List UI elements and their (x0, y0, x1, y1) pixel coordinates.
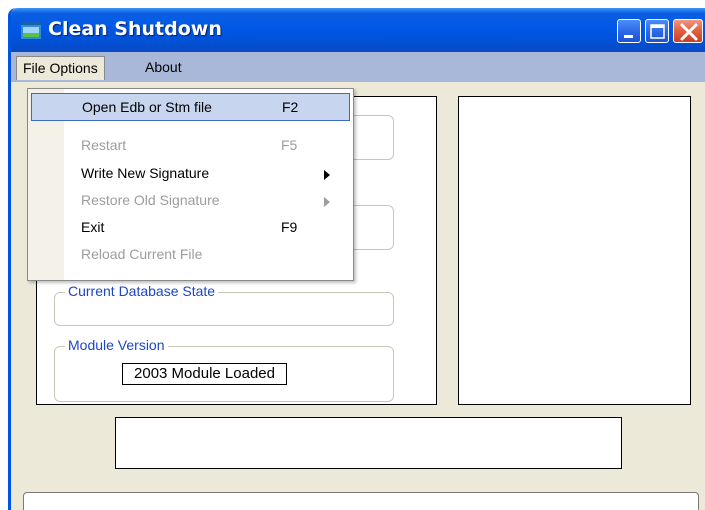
minimize-button[interactable] (617, 19, 641, 43)
module-version-value: 2003 Module Loaded (122, 363, 287, 385)
menu-item-label: Write New Signature (81, 165, 210, 181)
window-title: Clean Shutdown (48, 18, 222, 40)
close-button[interactable] (673, 19, 703, 43)
maximize-icon (650, 24, 665, 39)
menu-item-label: Open Edb or Stm file (82, 99, 212, 115)
title-bar[interactable]: Clean Shutdown (11, 8, 705, 52)
menu-bar: File Options About (11, 52, 705, 82)
menu-item-shortcut: F9 (281, 219, 298, 235)
module-version-group: Module Version 2003 Module Loaded (54, 337, 394, 402)
maximize-button[interactable] (645, 19, 669, 43)
menu-item-reload-current-file: Reload Current File (31, 241, 350, 269)
minimize-icon (624, 35, 633, 38)
menu-item-shortcut: F5 (281, 137, 298, 153)
menu-item-restart: Restart F5 (31, 132, 350, 160)
menu-item-label: Restore Old Signature (81, 192, 220, 208)
submenu-arrow-icon (324, 197, 330, 207)
menu-file-options[interactable]: File Options (16, 56, 105, 80)
database-state-group: Current Database State (54, 283, 394, 326)
menu-item-restore-old-signature: Restore Old Signature (31, 187, 350, 215)
menu-item-label: Restart (81, 137, 127, 153)
right-panel (458, 96, 691, 405)
app-window: Clean Shutdown File Options About Curren… (8, 8, 705, 510)
close-icon (680, 23, 698, 41)
app-window-icon (21, 21, 41, 39)
submenu-arrow-icon (324, 170, 330, 180)
menu-item-open-file[interactable]: Open Edb or Stm file F2 (31, 93, 350, 121)
output-box (115, 417, 622, 469)
menu-item-exit[interactable]: Exit F9 (31, 214, 350, 242)
database-state-label: Current Database State (65, 283, 219, 299)
module-version-label: Module Version (65, 337, 168, 353)
file-options-menu: Open Edb or Stm file F2 Restart F5 Write… (27, 88, 354, 281)
menu-item-shortcut: F2 (282, 99, 299, 115)
status-bar (23, 492, 699, 510)
menu-about[interactable]: About (139, 56, 188, 80)
menu-item-label: Exit (81, 219, 105, 235)
menu-item-write-new-signature[interactable]: Write New Signature (31, 160, 350, 188)
menu-item-label: Reload Current File (81, 246, 203, 262)
